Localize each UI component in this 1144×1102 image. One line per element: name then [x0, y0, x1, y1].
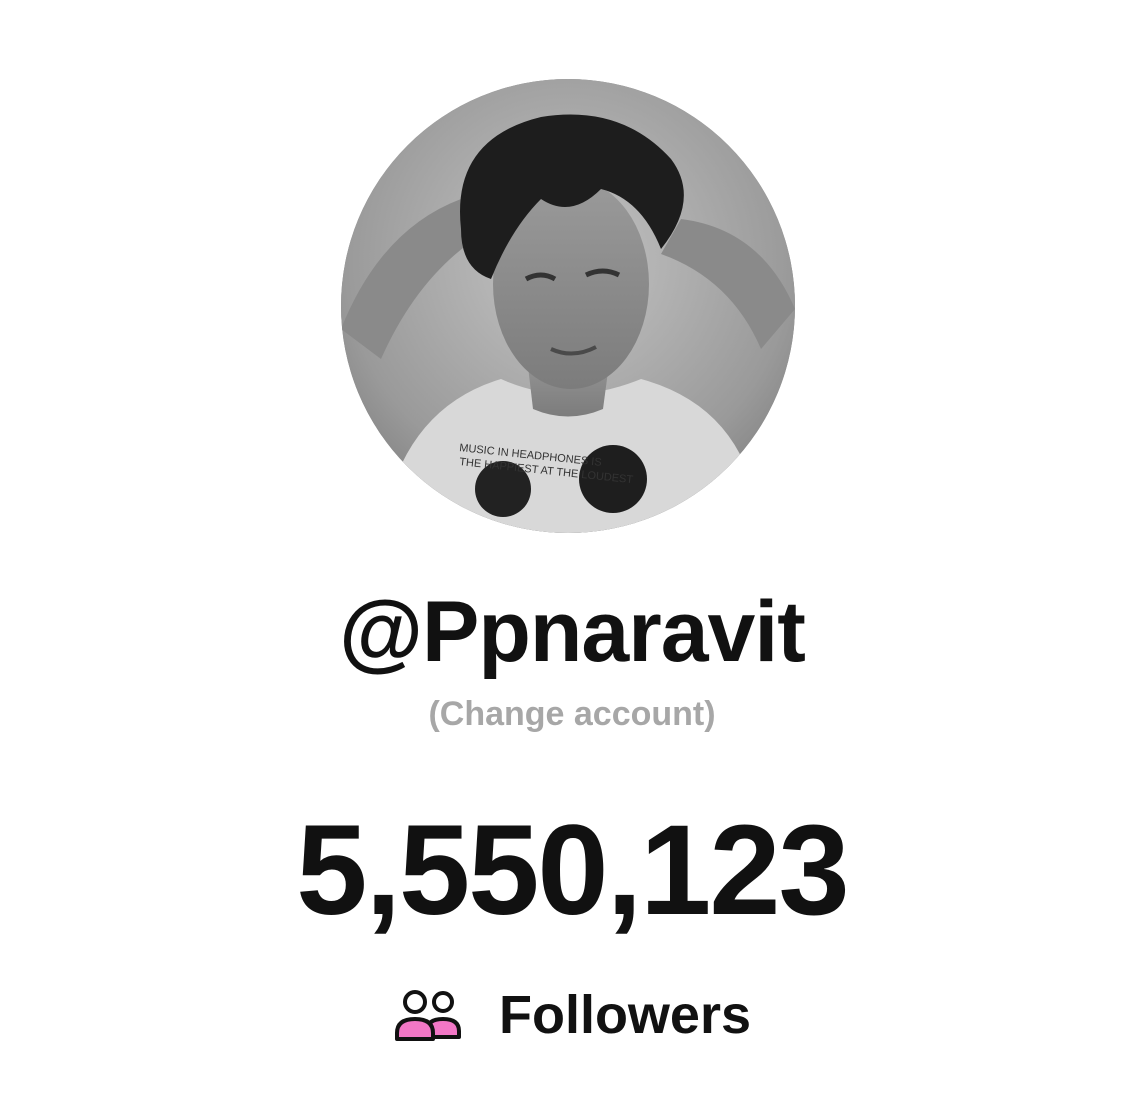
- profile-avatar[interactable]: MUSIC IN HEADPHONES IS THE HAPPIEST AT T…: [341, 79, 795, 533]
- change-account-link[interactable]: (Change account): [0, 692, 1144, 736]
- followers-label: Followers: [498, 985, 752, 1045]
- followers-row: Followers: [0, 980, 1144, 1050]
- follower-count: 5,550,123: [296, 799, 849, 942]
- username-heading: @Ppnaravit: [339, 584, 806, 680]
- users-icon: [394, 990, 461, 1041]
- avatar-photo: MUSIC IN HEADPHONES IS THE HAPPIEST AT T…: [341, 79, 795, 533]
